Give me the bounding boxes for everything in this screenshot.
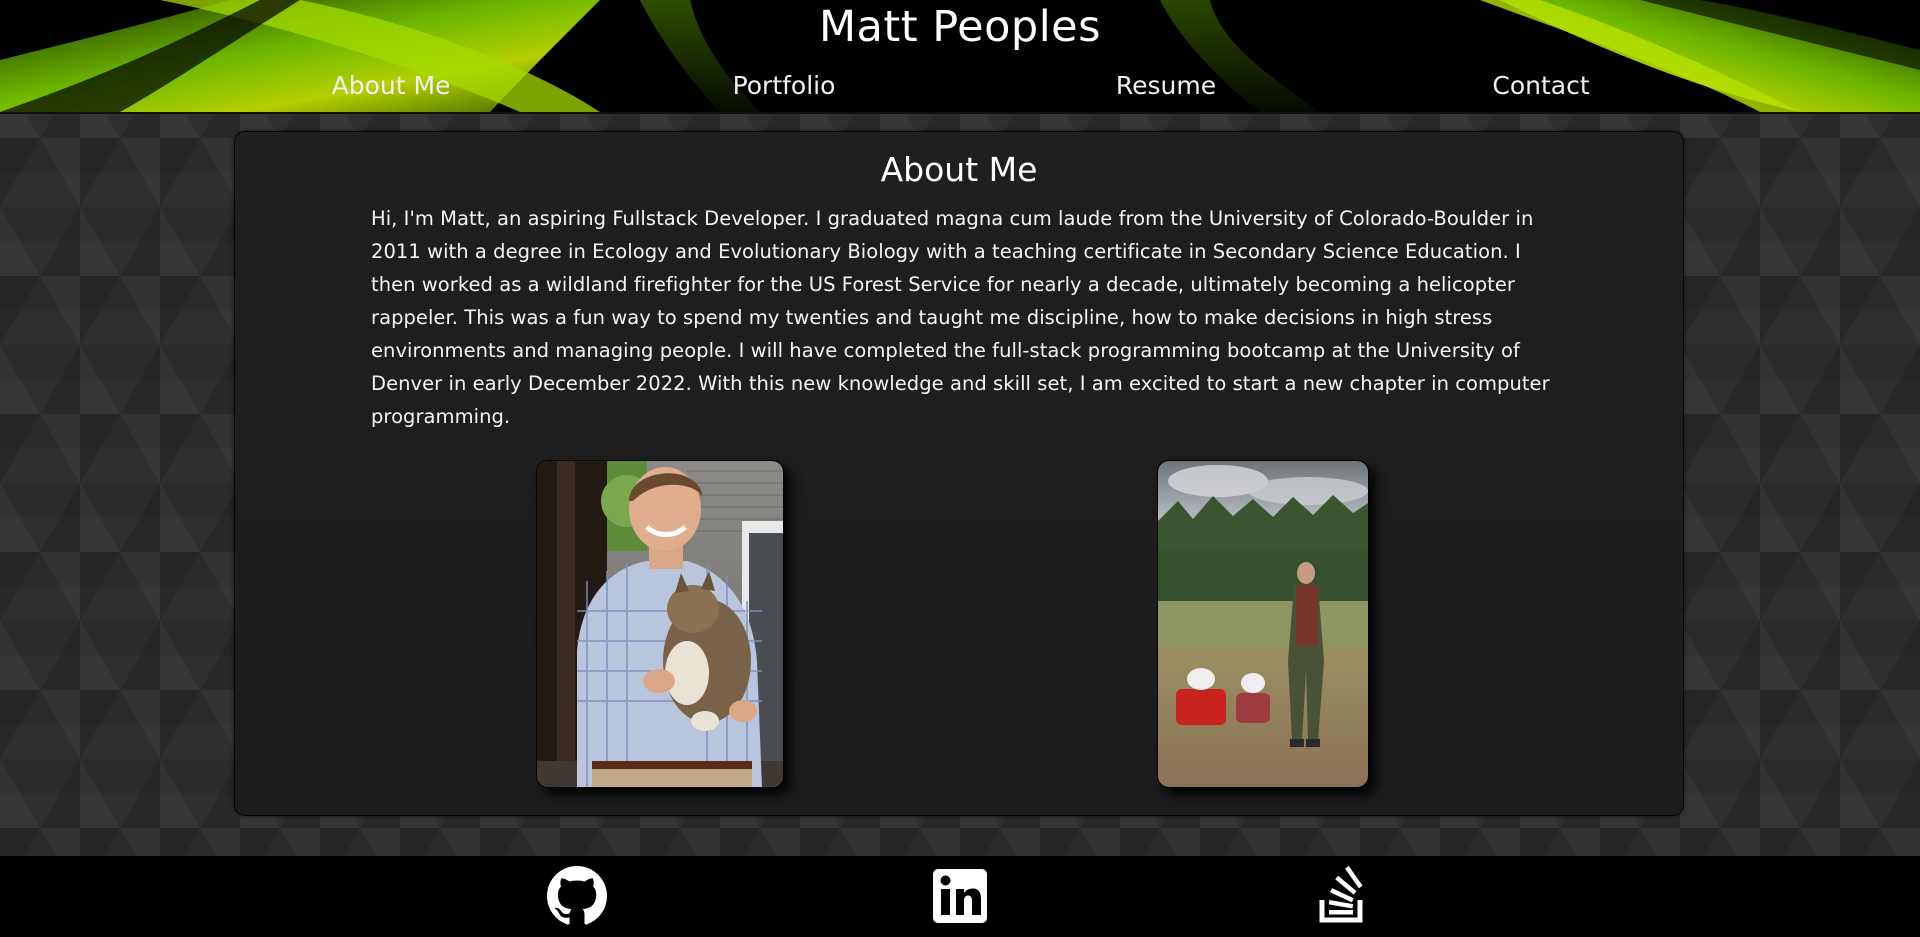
site-footer: [0, 856, 1920, 937]
site-title: Matt Peoples: [818, 2, 1102, 52]
github-link[interactable]: [547, 866, 607, 926]
github-icon: [547, 866, 607, 925]
stackoverflow-link[interactable]: [1312, 866, 1372, 926]
nav-about-me[interactable]: About Me: [332, 66, 451, 106]
about-paragraph: Hi, I'm Matt, an aspiring Fullstack Deve…: [371, 207, 1550, 428]
stackoverflow-icon: [1319, 866, 1363, 923]
field-photo-rappeler: [1157, 460, 1369, 788]
main-nav: About Me Portfolio Resume Contact: [0, 66, 1920, 106]
about-section: About Me Hi, I'm Matt, an aspiring Fulls…: [234, 131, 1684, 816]
portrait-photo-with-cat: [536, 460, 784, 788]
about-heading: About Me: [880, 150, 1038, 189]
linkedin-link[interactable]: [930, 866, 990, 926]
nav-resume[interactable]: Resume: [1116, 66, 1216, 106]
linkedin-icon: [933, 869, 987, 923]
site-header: Matt Peoples About Me Portfolio Resume C…: [0, 0, 1920, 114]
nav-contact[interactable]: Contact: [1492, 66, 1589, 106]
nav-portfolio[interactable]: Portfolio: [733, 66, 836, 106]
